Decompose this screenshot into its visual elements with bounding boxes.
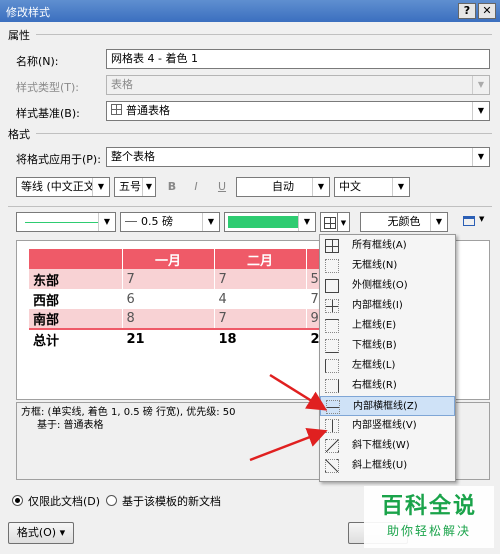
- arrow-to-inside-vertical: [249, 428, 328, 462]
- annotation-arrows: [249, 373, 328, 462]
- watermark-subtitle: 助你轻松解决: [386, 524, 471, 538]
- radio-new-documents[interactable]: [106, 495, 117, 506]
- radio-this-document[interactable]: [12, 495, 23, 506]
- watermark-title: 百科全说: [380, 494, 477, 519]
- arrow-to-inside-horizontal: [269, 373, 328, 411]
- radio-new-documents-label: 基于该模板的新文档: [122, 495, 221, 508]
- watermark-logo: 百科全说 助你轻松解决: [364, 486, 494, 548]
- format-button[interactable]: 格式(O) ▾: [8, 522, 74, 544]
- radio-this-document-label: 仅限此文档(D): [28, 495, 101, 508]
